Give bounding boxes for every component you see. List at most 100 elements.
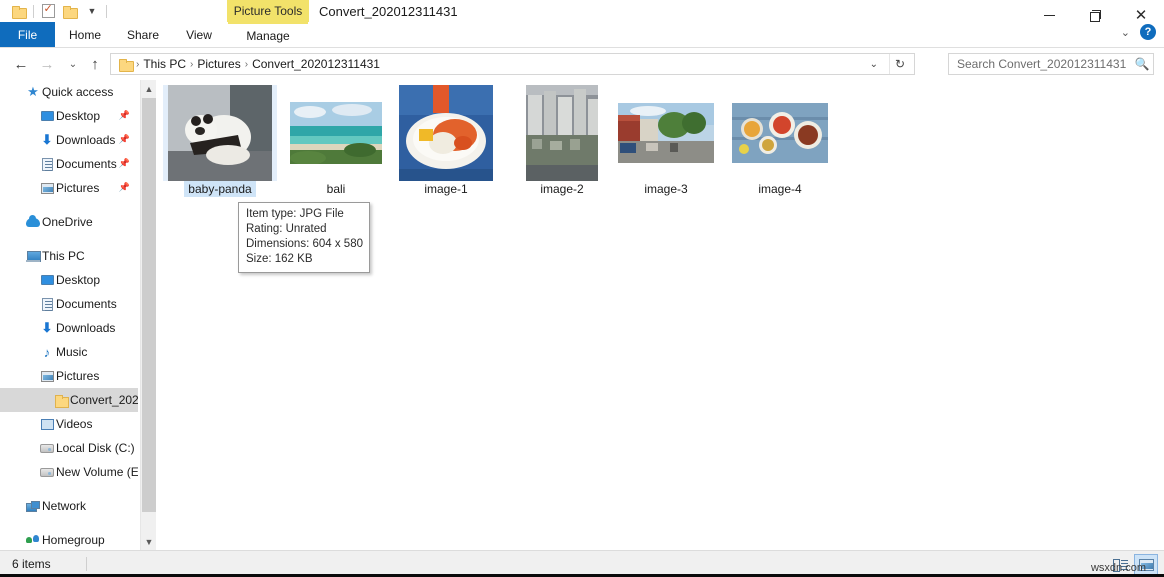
refresh-icon[interactable]: ↻: [889, 54, 910, 74]
pc-icon: [24, 251, 42, 262]
sidebar-item-pictures[interactable]: Pictures: [0, 364, 138, 388]
sidebar-item-label: Documents: [56, 297, 117, 311]
scroll-up-icon[interactable]: ▲: [141, 80, 157, 97]
breadcrumb[interactable]: › This PC › Pictures › Convert_202012311…: [110, 53, 915, 75]
ribbon-right-controls: ⌄ ?: [1121, 24, 1156, 40]
help-icon[interactable]: ?: [1140, 24, 1156, 40]
scrollbar-thumb[interactable]: [142, 98, 156, 512]
file-name-label-wrap: image-1: [389, 181, 503, 197]
file-name-label[interactable]: image-1: [420, 181, 471, 197]
file-thumbnail[interactable]: [723, 85, 837, 181]
new-folder-icon[interactable]: [59, 2, 81, 20]
download-icon: ⬇: [38, 132, 56, 148]
sidebar-item-desktop[interactable]: Desktop📌: [0, 104, 138, 128]
status-divider: [86, 557, 87, 571]
sidebar-item-network[interactable]: Network: [0, 494, 138, 518]
sidebar-item-pictures[interactable]: Pictures 📌: [0, 176, 138, 200]
file-name-label[interactable]: image-3: [640, 181, 691, 197]
sidebar-item-this-pc[interactable]: This PC: [0, 244, 138, 268]
nav-group-gap: [0, 518, 138, 528]
address-bar: ← → ⌄ ↑ › This PC › Pictures › Convert_2…: [0, 50, 1164, 78]
search-input[interactable]: Search Convert_202012311431: [949, 57, 1131, 71]
file-thumbnail[interactable]: [389, 85, 503, 181]
breadcrumb-item-pictures[interactable]: Pictures: [194, 57, 243, 71]
sidebar-item-convert-20201[interactable]: Convert_20201: [0, 388, 138, 412]
monitor-icon: [38, 111, 56, 121]
file-item[interactable]: image-4: [723, 85, 837, 197]
file-name-label[interactable]: image-2: [536, 181, 587, 197]
sidebar-item-label: Convert_20201: [70, 393, 138, 407]
back-button[interactable]: ←: [10, 54, 32, 74]
tab-manage[interactable]: Manage: [228, 22, 308, 48]
sidebar-item-homegroup[interactable]: Homegroup: [0, 528, 138, 550]
up-button[interactable]: ↑: [84, 54, 106, 74]
tab-home[interactable]: Home: [58, 22, 112, 48]
tab-share[interactable]: Share: [116, 22, 170, 48]
pin-icon[interactable]: 📌: [119, 134, 130, 145]
explorer-icon[interactable]: [8, 2, 30, 20]
recent-locations-icon[interactable]: ⌄: [62, 54, 84, 74]
file-list-view[interactable]: baby-panda bali image-1 image-2: [157, 80, 1164, 550]
sidebar-item-label: Music: [56, 345, 87, 359]
file-thumbnail[interactable]: [279, 85, 393, 181]
tab-file[interactable]: File: [0, 22, 55, 48]
status-bar: 6 items: [0, 550, 1164, 577]
navigation-pane[interactable]: ★Quick accessDesktop📌⬇Downloads📌Document…: [0, 80, 138, 550]
sidebar-item-downloads[interactable]: ⬇Downloads📌: [0, 128, 138, 152]
search-icon[interactable]: 🔍: [1131, 57, 1153, 71]
ribbon-divider: [0, 47, 1164, 48]
file-name-label[interactable]: image-4: [754, 181, 805, 197]
sidebar-item-label: This PC: [42, 249, 85, 263]
nav-group-gap: [0, 234, 138, 244]
sidebar-item-music[interactable]: ♪Music: [0, 340, 138, 364]
forward-button[interactable]: →: [36, 54, 58, 74]
sidebar-item-label: Quick access: [42, 85, 113, 99]
tab-view[interactable]: View: [174, 22, 224, 48]
tooltip-size: Size: 162 KB: [246, 252, 362, 267]
file-name-label-wrap: baby-panda: [163, 181, 277, 197]
sidebar-item-downloads[interactable]: ⬇Downloads: [0, 316, 138, 340]
file-thumbnail[interactable]: [609, 85, 723, 181]
title-bar: ▼ Picture Tools Convert_202012311431 ✕: [0, 0, 1164, 22]
file-name-label[interactable]: bali: [323, 181, 350, 197]
file-item[interactable]: bali: [279, 85, 393, 197]
breadcrumb-item-this-pc[interactable]: This PC: [140, 57, 189, 71]
file-thumbnail[interactable]: [163, 85, 277, 181]
sidebar-item-local-disk-c[interactable]: Local Disk (C:): [0, 436, 138, 460]
sidebar-item-onedrive[interactable]: OneDrive: [0, 210, 138, 234]
pin-icon[interactable]: 📌: [119, 158, 130, 169]
file-item[interactable]: image-3: [609, 85, 723, 197]
address-dropdown-icon[interactable]: ⌄: [864, 54, 884, 74]
sidebar-item-desktop[interactable]: Desktop: [0, 268, 138, 292]
chevron-down-icon-ribbon[interactable]: ⌄: [1121, 26, 1130, 39]
file-thumbnail[interactable]: [505, 85, 619, 181]
sidebar-item-label: Network: [42, 499, 86, 513]
folder-icon: [52, 395, 70, 406]
pin-icon[interactable]: 📌: [119, 110, 130, 121]
sidebar-item-new-volume-e[interactable]: New Volume (E:): [0, 460, 138, 484]
sidebar-item-label: Pictures: [56, 181, 99, 195]
sidebar-item-documents[interactable]: Documents: [0, 292, 138, 316]
file-item[interactable]: baby-panda: [163, 85, 277, 197]
file-info-tooltip: Item type: JPG File Rating: Unrated Dime…: [238, 202, 370, 273]
item-count-label: 6 items: [12, 557, 51, 571]
chevron-down-icon[interactable]: ▼: [81, 2, 103, 20]
file-name-label-wrap: image-2: [505, 181, 619, 197]
file-item[interactable]: image-1: [389, 85, 503, 197]
sidebar-item-label: Local Disk (C:): [56, 441, 135, 455]
sidebar-scrollbar[interactable]: ▲ ▼: [140, 80, 156, 550]
sidebar-item-label: OneDrive: [42, 215, 93, 229]
file-item[interactable]: image-2: [505, 85, 619, 197]
sidebar-item-documents[interactable]: Documents📌: [0, 152, 138, 176]
monitor-icon: [38, 275, 56, 285]
properties-icon[interactable]: [37, 2, 59, 20]
scroll-down-icon[interactable]: ▼: [141, 533, 157, 550]
breadcrumb-item-convert[interactable]: Convert_202012311431: [249, 57, 383, 71]
nav-group-gap: [0, 200, 138, 210]
pin-icon[interactable]: 📌: [119, 182, 130, 193]
homegroup-icon: [24, 535, 42, 546]
sidebar-item-quick-access[interactable]: ★Quick access: [0, 80, 138, 104]
sidebar-item-videos[interactable]: Videos: [0, 412, 138, 436]
file-name-label[interactable]: baby-panda: [184, 181, 255, 197]
search-box[interactable]: Search Convert_202012311431 🔍: [948, 53, 1154, 75]
